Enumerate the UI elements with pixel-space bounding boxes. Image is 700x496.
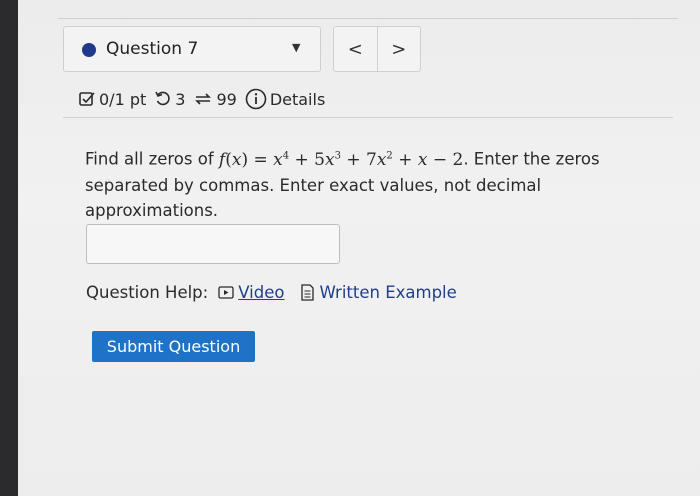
video-link[interactable]: Video bbox=[218, 283, 284, 302]
details-toggle[interactable]: Details bbox=[245, 88, 325, 110]
dropdown-caret-icon: ▼ bbox=[292, 41, 301, 54]
top-divider bbox=[58, 18, 678, 19]
function-expression: f(x) = x4 + 5x3 + 7x2 + x − 2 bbox=[218, 149, 464, 170]
submit-question-button[interactable]: Submit Question bbox=[92, 331, 255, 362]
next-question-button[interactable]: > bbox=[378, 27, 421, 71]
screen: Question 7 ▼ < > 0/1 pt 3 99 Details Fin… bbox=[18, 0, 700, 496]
answer-input[interactable] bbox=[86, 224, 340, 264]
video-label: Video bbox=[238, 283, 285, 302]
question-meta: 0/1 pt 3 99 Details bbox=[78, 88, 333, 110]
submissions-icon bbox=[195, 93, 212, 105]
question-rest-2: separated by commas. Enter exact values,… bbox=[85, 175, 542, 195]
prev-question-button[interactable]: < bbox=[334, 27, 378, 71]
video-icon bbox=[218, 286, 234, 299]
question-select[interactable]: Question 7 ▼ bbox=[63, 26, 321, 72]
section-divider bbox=[63, 117, 673, 118]
question-text: Find all zeros of f(x) = x4 + 5x3 + 7x2 … bbox=[85, 143, 645, 223]
submissions: 99 bbox=[193, 89, 237, 109]
question-rest-1: . Enter the zeros bbox=[463, 149, 600, 169]
question-rest-3: approximations. bbox=[85, 200, 219, 220]
checkbox-score-icon bbox=[79, 92, 95, 106]
score-text: 0/1 pt bbox=[99, 89, 147, 109]
question-nav: < > bbox=[333, 26, 421, 72]
help-label: Question Help: bbox=[86, 283, 209, 302]
score: 0/1 pt bbox=[78, 90, 146, 109]
retry-icon bbox=[155, 91, 170, 106]
info-icon bbox=[245, 88, 267, 110]
attempts-count: 3 bbox=[175, 89, 186, 109]
attempts: 3 bbox=[154, 90, 185, 109]
details-label: Details bbox=[269, 89, 326, 109]
written-example-label: Written Example bbox=[319, 283, 457, 302]
written-example-link[interactable]: Written Example bbox=[300, 283, 457, 302]
document-icon bbox=[301, 284, 315, 301]
question-label: Question 7 bbox=[106, 39, 199, 59]
question-help: Question Help: Video Written Example bbox=[86, 283, 473, 302]
submissions-count: 99 bbox=[216, 89, 237, 109]
status-dot-icon bbox=[82, 43, 96, 57]
question-intro: Find all zeros of bbox=[85, 149, 214, 169]
